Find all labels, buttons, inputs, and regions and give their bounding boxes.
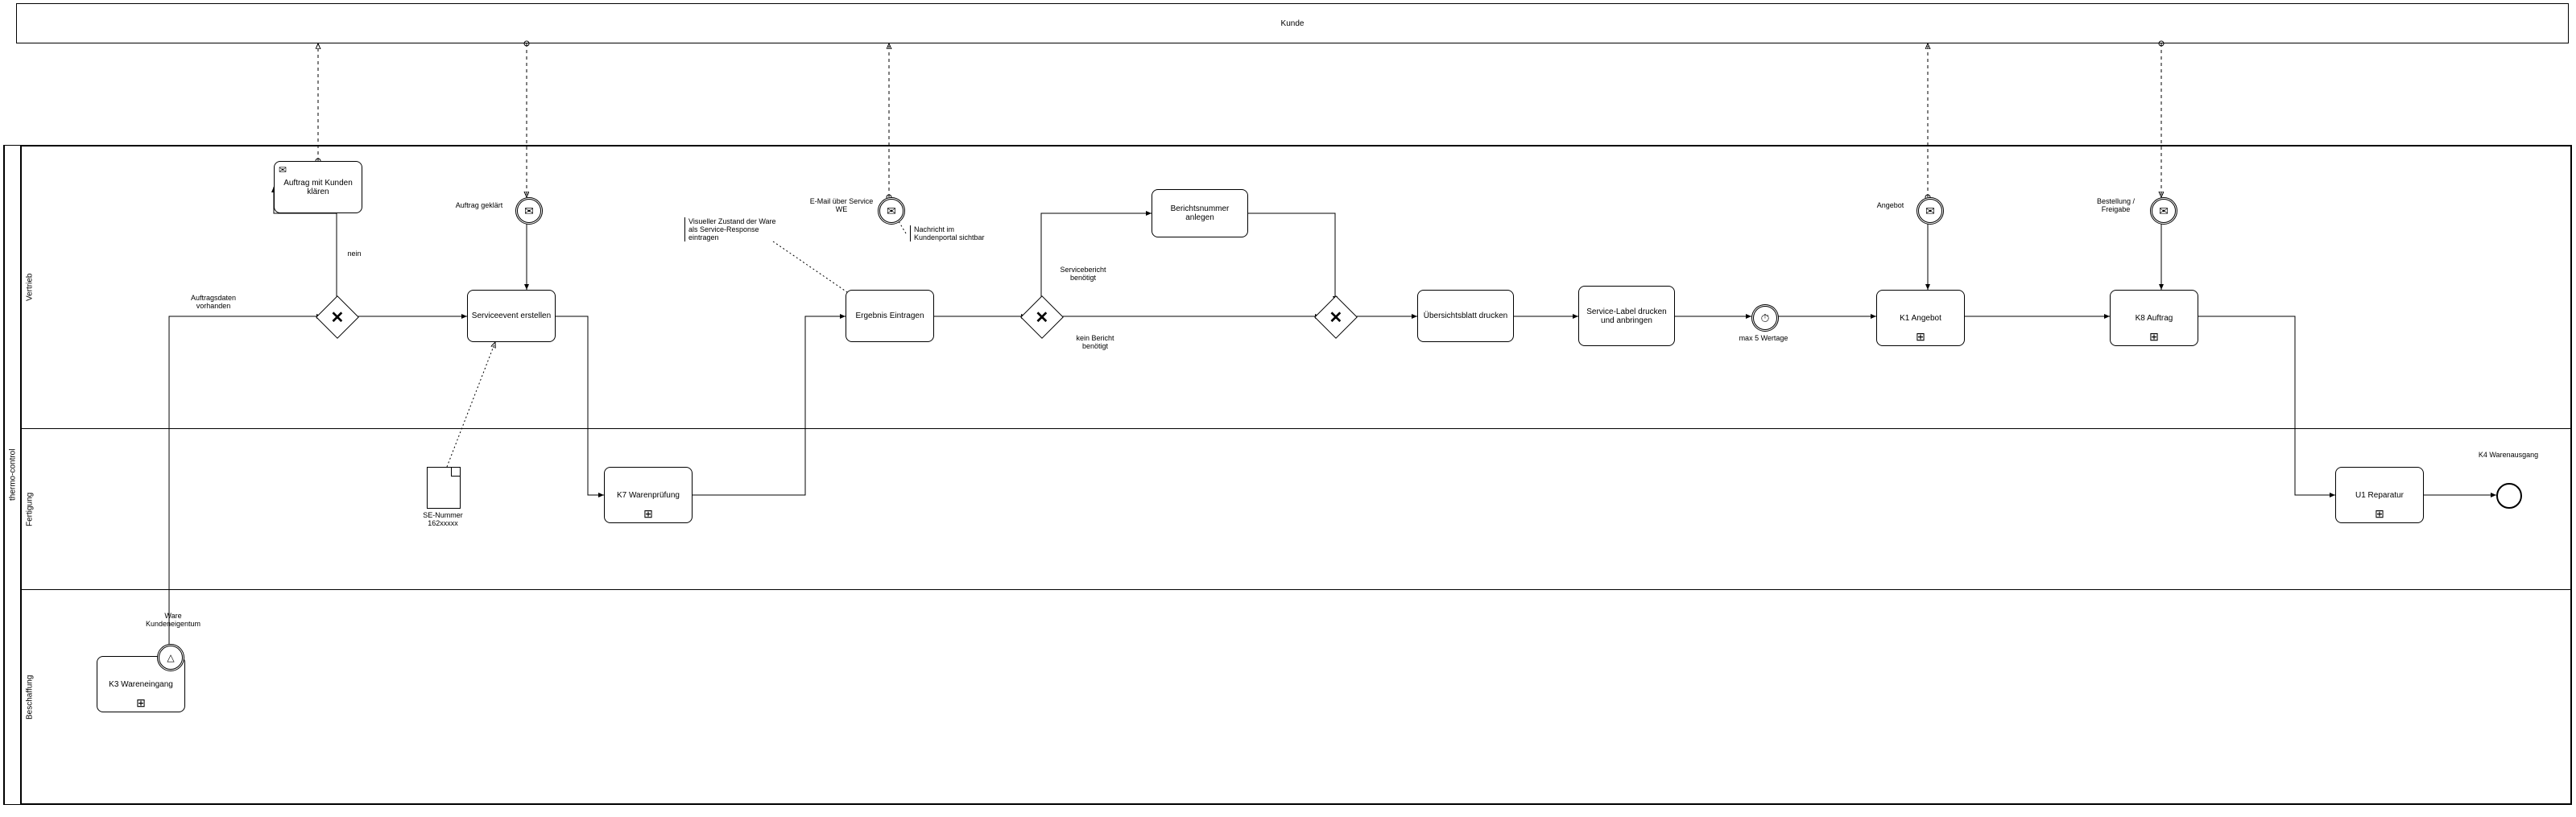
label-nein: nein [342, 250, 366, 258]
pool-thermo: thermo-control Vertrieb Fertigung Bescha… [3, 145, 2572, 805]
task-k3-label: K3 Wareneingang [109, 680, 173, 689]
label-email-service-we: E-Mail über Service WE [809, 197, 874, 213]
annotation-nachricht-kundenportal: Nachricht im Kundenportal sichtbar [910, 225, 986, 241]
label-auftragsdaten-vorhanden: Auftragsdaten vorhanden [177, 294, 250, 310]
message-event-auftrag-geklaert [515, 197, 543, 225]
task-erg-label: Ergebnis Eintragen [855, 312, 924, 320]
annot2-text: Nachricht im Kundenportal sichtbar [914, 225, 985, 241]
data-object-se-nummer [427, 467, 461, 509]
task-u1-reparatur: U1 Reparatur [2335, 467, 2424, 523]
signal-event-ware-kundeneigentum [157, 644, 184, 671]
lane-fertigung-label: Fertigung [21, 429, 38, 589]
task-k7-warenpruefung: K7 Warenprüfung [604, 467, 693, 523]
task-uebersichtsblatt-drucken: Übersichtsblatt drucken [1417, 290, 1514, 342]
task-k8-auftrag: K8 Auftrag [2110, 290, 2198, 346]
message-event-angebot [1916, 197, 1944, 225]
end-event-k4-warenausgang [2496, 483, 2522, 509]
task-k1-label: K1 Angebot [1900, 314, 1941, 323]
lane-beschaffung: Beschaffung [21, 589, 2570, 805]
timer-event-max-wertage [1751, 304, 1779, 332]
label-max-wertage: max 5 Wertage [1731, 334, 1796, 342]
label-servicebericht-benoetigt: Servicebericht benötigt [1051, 266, 1115, 282]
message-event-bestellung-freigabe [2150, 197, 2177, 225]
label-bestellung-freigabe: Bestellung / Freigabe [2086, 197, 2146, 213]
label-angebot: Angebot [1868, 201, 1912, 209]
task-k7-label: K7 Warenprüfung [617, 491, 680, 500]
annotation-visueller-zustand: Visueller Zustand der Ware als Service-R… [684, 217, 785, 241]
label-auftrag-geklaert: Auftrag geklärt [447, 201, 511, 209]
task-u1-label: U1 Reparatur [2355, 491, 2404, 500]
pool-thermo-label: thermo-control [4, 146, 21, 804]
task-k8-label: K8 Auftrag [2136, 314, 2173, 323]
task-auftrag-klaeren: Auftrag mit Kunden klären [274, 161, 362, 213]
task-ergebnis-eintragen: Ergebnis Eintragen [846, 290, 934, 342]
annot1-text: Visueller Zustand der Ware als Service-R… [688, 217, 776, 241]
bpmn-canvas: Kunde thermo-control Vertrieb Fertigung … [0, 0, 2576, 817]
pool-kunde-label: Kunde [17, 4, 2568, 43]
pool-kunde: Kunde [16, 3, 2569, 43]
lane-fertigung: Fertigung [21, 428, 2570, 589]
task-ub-label: Übersichtsblatt drucken [1424, 312, 1508, 320]
task-klaeren-label: Auftrag mit Kunden klären [278, 179, 358, 196]
task-se-label: Serviceevent erstellen [472, 312, 551, 320]
label-k4-warenausgang: K4 Warenausgang [2476, 451, 2541, 459]
label-ware-kundeneigentum: Ware Kundeneigentum [141, 612, 205, 628]
lane-vertrieb-label: Vertrieb [21, 146, 38, 428]
task-bnr-label: Berichtsnummer anlegen [1156, 204, 1244, 222]
label-kein-bericht: kein Bericht benötigt [1063, 334, 1127, 350]
task-sl-label: Service-Label drucken und anbringen [1582, 307, 1671, 325]
task-k1-angebot: K1 Angebot [1876, 290, 1965, 346]
lane-beschaffung-label: Beschaffung [21, 590, 38, 805]
label-se-nummer: SE-Nummer 162xxxxx [411, 511, 475, 527]
message-event-email-service-we [878, 197, 905, 225]
task-serviceevent-erstellen: Serviceevent erstellen [467, 290, 556, 342]
task-berichtsnummer-anlegen: Berichtsnummer anlegen [1152, 189, 1248, 237]
task-service-label-drucken: Service-Label drucken und anbringen [1578, 286, 1675, 346]
